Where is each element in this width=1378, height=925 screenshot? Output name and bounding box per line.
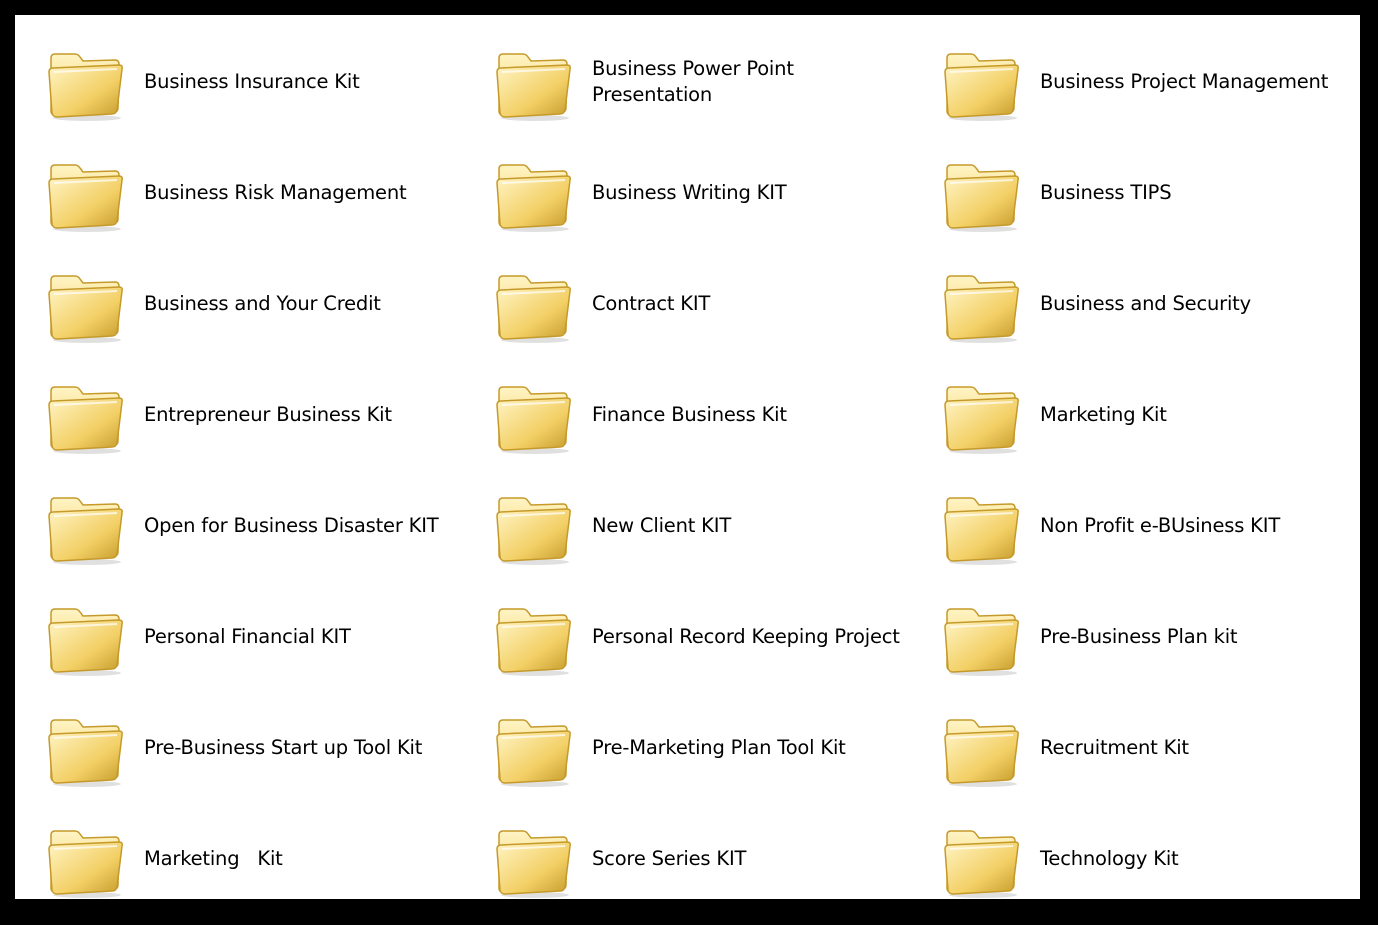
folder-item[interactable]: Pre-Business Start up Tool Kit — [45, 703, 493, 814]
folder-label: Personal Financial KIT — [144, 625, 351, 648]
folder-item[interactable]: Marketing Kit — [941, 370, 1378, 481]
folder-label: Recruitment Kit — [1040, 736, 1189, 759]
folder-item[interactable]: Business TIPS — [941, 148, 1378, 259]
folder-item[interactable]: Business Risk Management — [45, 148, 493, 259]
folder-item[interactable]: Personal Record Keeping Project — [493, 592, 941, 703]
folder-icon — [941, 603, 1021, 677]
folder-item[interactable]: Recruitment Kit — [941, 703, 1378, 814]
folder-label: Finance Business Kit — [592, 403, 787, 426]
folder-icon — [493, 48, 573, 122]
folder-item[interactable]: Business Writing KIT — [493, 148, 941, 259]
folder-icon — [45, 714, 125, 788]
folder-label: Pre-Business Plan kit — [1040, 625, 1238, 648]
folder-label: Business Insurance Kit — [144, 70, 360, 93]
folder-item[interactable]: Technology Kit — [941, 814, 1378, 925]
folder-item[interactable]: Business and Security — [941, 259, 1378, 370]
folder-item[interactable]: Score Series KIT — [493, 814, 941, 925]
folder-icon — [941, 48, 1021, 122]
folder-label: Business Project Management — [1040, 70, 1329, 93]
folder-item[interactable]: Business Power Point Presentation — [493, 37, 941, 148]
folder-icon — [493, 603, 573, 677]
folder-label: Business Risk Management — [144, 181, 407, 204]
folder-icon — [941, 714, 1021, 788]
folder-icon — [493, 492, 573, 566]
folder-item[interactable]: Business and Your Credit — [45, 259, 493, 370]
folder-icon — [941, 159, 1021, 233]
folder-icon — [45, 381, 125, 455]
folder-icon — [45, 270, 125, 344]
folder-item[interactable]: New Client KIT — [493, 481, 941, 592]
folder-item[interactable]: Marketing Kit — [45, 814, 493, 925]
folder-view-pane: Business Insurance Kit Business Power Po… — [15, 15, 1360, 899]
folder-icon — [941, 825, 1021, 899]
folder-icon — [493, 381, 573, 455]
folder-icon — [45, 603, 125, 677]
folder-label: Pre-Marketing Plan Tool Kit — [592, 736, 846, 759]
folder-item[interactable]: Business Project Management — [941, 37, 1378, 148]
folder-label: Business Power Point Presentation — [592, 57, 794, 106]
folder-label: Score Series KIT — [592, 847, 747, 870]
folder-label: Entrepreneur Business Kit — [144, 403, 392, 426]
folder-icon — [941, 492, 1021, 566]
window-frame: Business Insurance Kit Business Power Po… — [0, 0, 1378, 909]
folder-item[interactable]: Entrepreneur Business Kit — [45, 370, 493, 481]
folder-item[interactable]: Open for Business Disaster KIT — [45, 481, 493, 592]
folder-item[interactable]: Contract KIT — [493, 259, 941, 370]
folder-label: New Client KIT — [592, 514, 732, 537]
folder-item[interactable]: Pre-Business Plan kit — [941, 592, 1378, 703]
folder-item[interactable]: Finance Business Kit — [493, 370, 941, 481]
folder-label: Technology Kit — [1040, 847, 1179, 870]
folder-icon — [493, 270, 573, 344]
folder-icon — [45, 48, 125, 122]
folder-icon — [493, 825, 573, 899]
folder-label: Business and Security — [1040, 292, 1251, 315]
folder-label: Business and Your Credit — [144, 292, 381, 315]
folder-grid: Business Insurance Kit Business Power Po… — [45, 37, 1378, 925]
folder-label: Business Writing KIT — [592, 181, 787, 204]
folder-item[interactable]: Personal Financial KIT — [45, 592, 493, 703]
folder-label: Marketing Kit — [144, 847, 283, 870]
folder-item[interactable]: Business Insurance Kit — [45, 37, 493, 148]
folder-icon — [45, 159, 125, 233]
folder-label: Pre-Business Start up Tool Kit — [144, 736, 423, 759]
folder-item[interactable]: Pre-Marketing Plan Tool Kit — [493, 703, 941, 814]
folder-icon — [493, 714, 573, 788]
folder-label: Open for Business Disaster KIT — [144, 514, 439, 537]
folder-label: Business TIPS — [1040, 181, 1172, 204]
folder-icon — [941, 381, 1021, 455]
folder-icon — [45, 825, 125, 899]
folder-label: Marketing Kit — [1040, 403, 1167, 426]
folder-icon — [941, 270, 1021, 344]
folder-label: Contract KIT — [592, 292, 711, 315]
folder-item[interactable]: Non Profit e-BUsiness KIT — [941, 481, 1378, 592]
folder-label: Personal Record Keeping Project — [592, 625, 900, 648]
folder-icon — [45, 492, 125, 566]
folder-label: Non Profit e-BUsiness KIT — [1040, 514, 1281, 537]
folder-icon — [493, 159, 573, 233]
